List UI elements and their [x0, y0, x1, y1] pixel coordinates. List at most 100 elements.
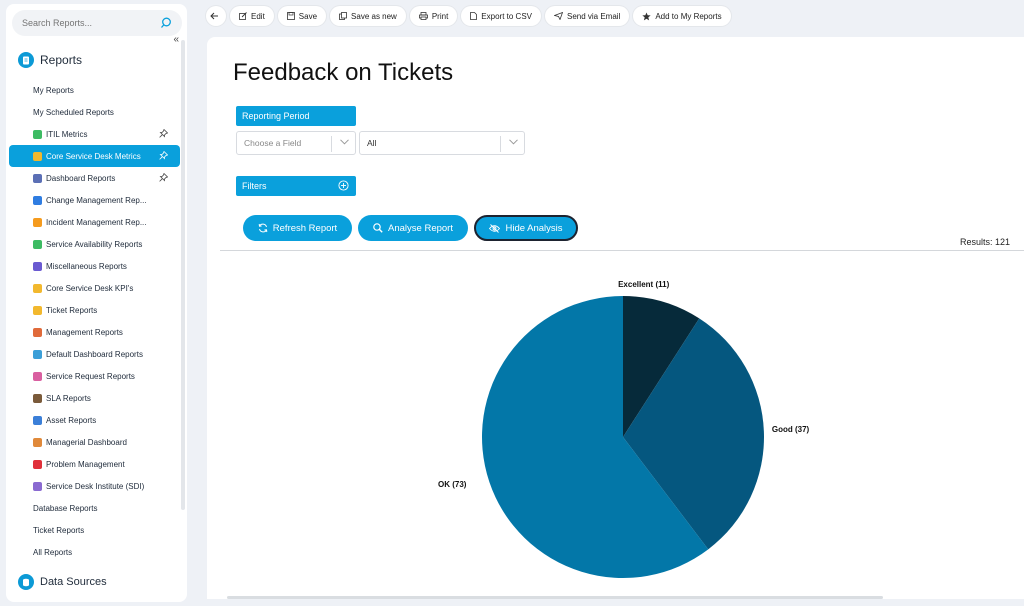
- filters-bar[interactable]: Filters: [236, 176, 356, 196]
- plus-circle-icon[interactable]: [338, 180, 349, 191]
- sidebar-item-label: Ticket Reports: [46, 305, 98, 315]
- sidebar-item[interactable]: Core Service Desk KPI's: [9, 277, 180, 299]
- export-csv-button[interactable]: Export to CSV: [461, 6, 541, 26]
- data-sources-section-header[interactable]: Data Sources: [18, 574, 107, 590]
- sidebar-item[interactable]: Incident Management Rep...: [9, 211, 180, 233]
- save-as-new-button[interactable]: Save as new: [330, 6, 406, 26]
- monitor-icon: [33, 415, 42, 425]
- sidebar-item-label: Core Service Desk KPI's: [46, 283, 134, 293]
- sidebar-item[interactable]: Default Dashboard Reports: [9, 343, 180, 365]
- send-email-label: Send via Email: [566, 11, 621, 21]
- sidebar-item[interactable]: Ticket Reports: [9, 519, 180, 541]
- arrow-left-icon: [209, 12, 218, 20]
- toolbar: Edit Save Save as new Print Export to CS…: [206, 6, 731, 26]
- search-input[interactable]: [22, 18, 152, 28]
- pyramid-icon: [33, 327, 42, 337]
- period-select[interactable]: All: [359, 131, 525, 155]
- refresh-report-button[interactable]: Refresh Report: [243, 215, 352, 241]
- search-icon[interactable]: [160, 16, 172, 34]
- ticket-icon: [33, 283, 42, 293]
- print-button[interactable]: Print: [409, 6, 458, 26]
- sidebar-item-label: Service Request Reports: [46, 371, 135, 381]
- sidebar-item[interactable]: Change Management Rep...: [9, 189, 180, 211]
- sidebar-item[interactable]: My Reports: [9, 79, 180, 101]
- chevron-down-icon: [509, 139, 518, 145]
- sidebar-item[interactable]: Service Desk Institute (SDI): [9, 475, 180, 497]
- sidebar-item[interactable]: All Reports: [9, 541, 180, 563]
- sidebar-item-label: Miscellaneous Reports: [46, 261, 127, 271]
- sidebar-item[interactable]: Miscellaneous Reports: [9, 255, 180, 277]
- sidebar-item[interactable]: Service Availability Reports: [9, 233, 180, 255]
- file-icon: [470, 12, 478, 20]
- request-icon: [33, 371, 42, 381]
- save-label: Save: [298, 11, 318, 21]
- pin-icon[interactable]: [159, 151, 168, 160]
- edit-label: Edit: [251, 11, 265, 21]
- sidebar-item-label: Managerial Dashboard: [46, 437, 127, 447]
- sidebar-item[interactable]: Managerial Dashboard: [9, 431, 180, 453]
- tools-icon: [33, 481, 42, 491]
- analyse-report-label: Analyse Report: [388, 222, 453, 234]
- send-email-button[interactable]: Send via Email: [544, 6, 630, 26]
- sidebar-item-label: Problem Management: [46, 459, 125, 469]
- book-icon: [33, 349, 42, 359]
- hide-analysis-label: Hide Analysis: [505, 222, 563, 234]
- sidebar-item[interactable]: Asset Reports: [9, 409, 180, 431]
- cross-icon: [33, 261, 42, 271]
- search-icon: [373, 223, 383, 233]
- sidebar-item[interactable]: ITIL Metrics: [9, 123, 180, 145]
- print-label: Print: [431, 11, 449, 21]
- check-square-icon: [33, 129, 42, 139]
- field-select-placeholder: Choose a Field: [244, 138, 302, 148]
- page-title: Feedback on Tickets: [233, 59, 454, 86]
- sidebar-item[interactable]: SLA Reports: [9, 387, 180, 409]
- sidebar-item[interactable]: Core Service Desk Metrics: [9, 145, 180, 167]
- pin-icon[interactable]: [159, 173, 168, 182]
- sidebar-item-label: My Scheduled Reports: [33, 107, 114, 117]
- sidebar-item[interactable]: Dashboard Reports: [9, 167, 180, 189]
- back-button[interactable]: [206, 6, 226, 26]
- refresh-report-label: Refresh Report: [272, 222, 338, 234]
- save-as-new-label: Save as new: [351, 11, 397, 21]
- results-count: Results: 121: [959, 237, 1010, 247]
- print-icon: [418, 12, 428, 20]
- sidebar-item[interactable]: Problem Management: [9, 453, 180, 475]
- star-icon: [642, 11, 651, 20]
- save-icon: [286, 12, 295, 20]
- analyse-report-button[interactable]: Analyse Report: [358, 215, 468, 241]
- sidebar-item[interactable]: Service Request Reports: [9, 365, 180, 387]
- edit-icon: [239, 12, 247, 20]
- hide-analysis-button[interactable]: Hide Analysis: [474, 215, 578, 241]
- edit-button[interactable]: Edit: [230, 6, 274, 26]
- sidebar-item-label: All Reports: [33, 547, 73, 557]
- reports-nav: My Reports My Scheduled Reports ITIL Metri…: [9, 79, 180, 563]
- period-select-value: All: [367, 138, 377, 148]
- sidebar-item-label: SLA Reports: [46, 393, 91, 403]
- pin-icon[interactable]: [159, 129, 168, 138]
- reporting-period-label: Reporting Period: [236, 106, 356, 126]
- sidebar-item[interactable]: Ticket Reports: [9, 299, 180, 321]
- send-icon: [553, 12, 563, 20]
- save-button[interactable]: Save: [277, 6, 327, 26]
- sidebar-item-label: Change Management Rep...: [46, 195, 147, 205]
- sidebar-item-label: Incident Management Rep...: [46, 217, 147, 227]
- change-icon: [33, 195, 42, 205]
- sidebar-item[interactable]: My Scheduled Reports: [9, 101, 180, 123]
- plus-box-icon: [33, 239, 42, 249]
- add-to-my-reports-button[interactable]: Add to My Reports: [633, 6, 731, 26]
- sidebar-item[interactable]: Database Reports: [9, 497, 180, 519]
- sidebar-item-label: Asset Reports: [46, 415, 97, 425]
- double-chevron-left-icon[interactable]: «: [173, 34, 179, 45]
- field-select[interactable]: Choose a Field: [236, 131, 356, 155]
- search-box[interactable]: [12, 10, 182, 36]
- sidebar-scrollbar[interactable]: [181, 40, 185, 510]
- sidebar-item-label: Dashboard Reports: [46, 173, 116, 183]
- export-csv-label: Export to CSV: [481, 11, 532, 21]
- reports-section-header[interactable]: Reports: [18, 52, 82, 68]
- horizontal-scrollbar[interactable]: [227, 596, 883, 599]
- filters-label: Filters: [242, 181, 267, 191]
- person-icon: [33, 437, 42, 447]
- sidebar: « Reports My Reports My Scheduled Reports…: [6, 4, 187, 602]
- sidebar-item[interactable]: Management Reports: [9, 321, 180, 343]
- clock-icon: [33, 393, 42, 403]
